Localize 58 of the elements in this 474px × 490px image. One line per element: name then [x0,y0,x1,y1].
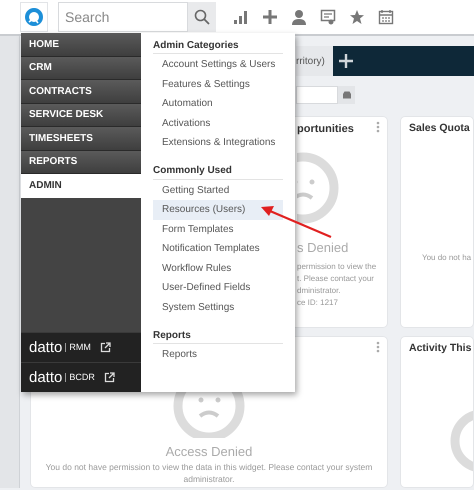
plus-icon[interactable] [262,9,278,25]
section-heading: Commonly Used [153,162,283,180]
access-denied-text: s Denied [297,238,348,256]
logo-icon [25,8,43,26]
kebab-menu-icon[interactable] [376,341,380,353]
widget-title: Sales Quota [409,121,470,136]
search-field[interactable]: Search [58,2,188,32]
menu-item[interactable]: Resources (Users) [153,200,283,220]
kebab-menu-icon[interactable] [376,121,380,133]
menu-item[interactable]: Features & Settings [153,74,283,94]
external-link-icon [100,342,111,353]
nav-item[interactable]: HOME [21,33,141,56]
message-text: ce ID: 1217 [297,297,339,309]
nav-item[interactable]: CONTRACTS [21,80,141,104]
calendar-icon[interactable] [378,9,394,25]
menu-item[interactable]: Form Templates [153,220,283,239]
nav-item[interactable]: TIMESHEETS [21,127,141,150]
menu-item[interactable]: System Settings [153,298,283,317]
message-text: dministrator. [297,285,342,297]
message-text: You do not ha [422,252,472,264]
product-link[interactable]: datto BCDR [21,362,141,392]
nav-item[interactable]: ADMIN [21,174,141,198]
menu-item[interactable]: Activations [153,114,283,133]
filter-button[interactable] [338,86,355,104]
filter-field[interactable] [296,86,338,104]
menu-item[interactable]: User-Defined Fields [153,278,283,298]
dashboard-tab[interactable]: rritory) [296,46,333,76]
message-text: You do not have permission to view the data in this widget. Please contact your system administrator. [44,461,374,485]
nav-item[interactable]: SERVICE DESK [21,104,141,127]
external-link-icon [104,372,115,383]
star-icon[interactable] [349,9,365,25]
message-text: t. Please contact your [297,273,375,285]
person-icon[interactable] [291,9,307,25]
form-icon[interactable] [320,9,336,25]
menu-item[interactable]: Account Settings & Users [153,55,283,74]
menu-item[interactable]: Workflow Rules [153,258,283,278]
section-heading: Reports [153,327,283,344]
widget-title: Activity This [409,341,472,356]
access-denied-text: Access Denied [166,444,252,459]
inbox-icon [342,91,352,99]
product-link[interactable]: datto RMM [21,332,141,362]
section-heading: Admin Categories [153,37,283,54]
widget-title: portunities [297,122,354,137]
menu-item[interactable]: Reports [153,345,283,364]
menu-item[interactable]: Automation [153,94,283,114]
menu-item[interactable]: Getting Started [153,180,283,200]
add-tab-icon[interactable] [339,54,353,68]
search-button[interactable] [188,2,216,32]
sad-face-icon [297,152,339,224]
sad-face-icon [173,392,245,438]
search-icon [194,9,210,25]
logo-button[interactable] [20,2,48,32]
bar-chart-icon[interactable] [233,9,249,25]
menu-item[interactable]: Notification Templates [153,239,283,258]
nav-item[interactable]: REPORTS [21,150,141,174]
nav-item[interactable]: CRM [21,56,141,80]
menu-item[interactable]: Extensions & Integrations [153,133,283,152]
message-text: permission to view the [297,261,376,273]
